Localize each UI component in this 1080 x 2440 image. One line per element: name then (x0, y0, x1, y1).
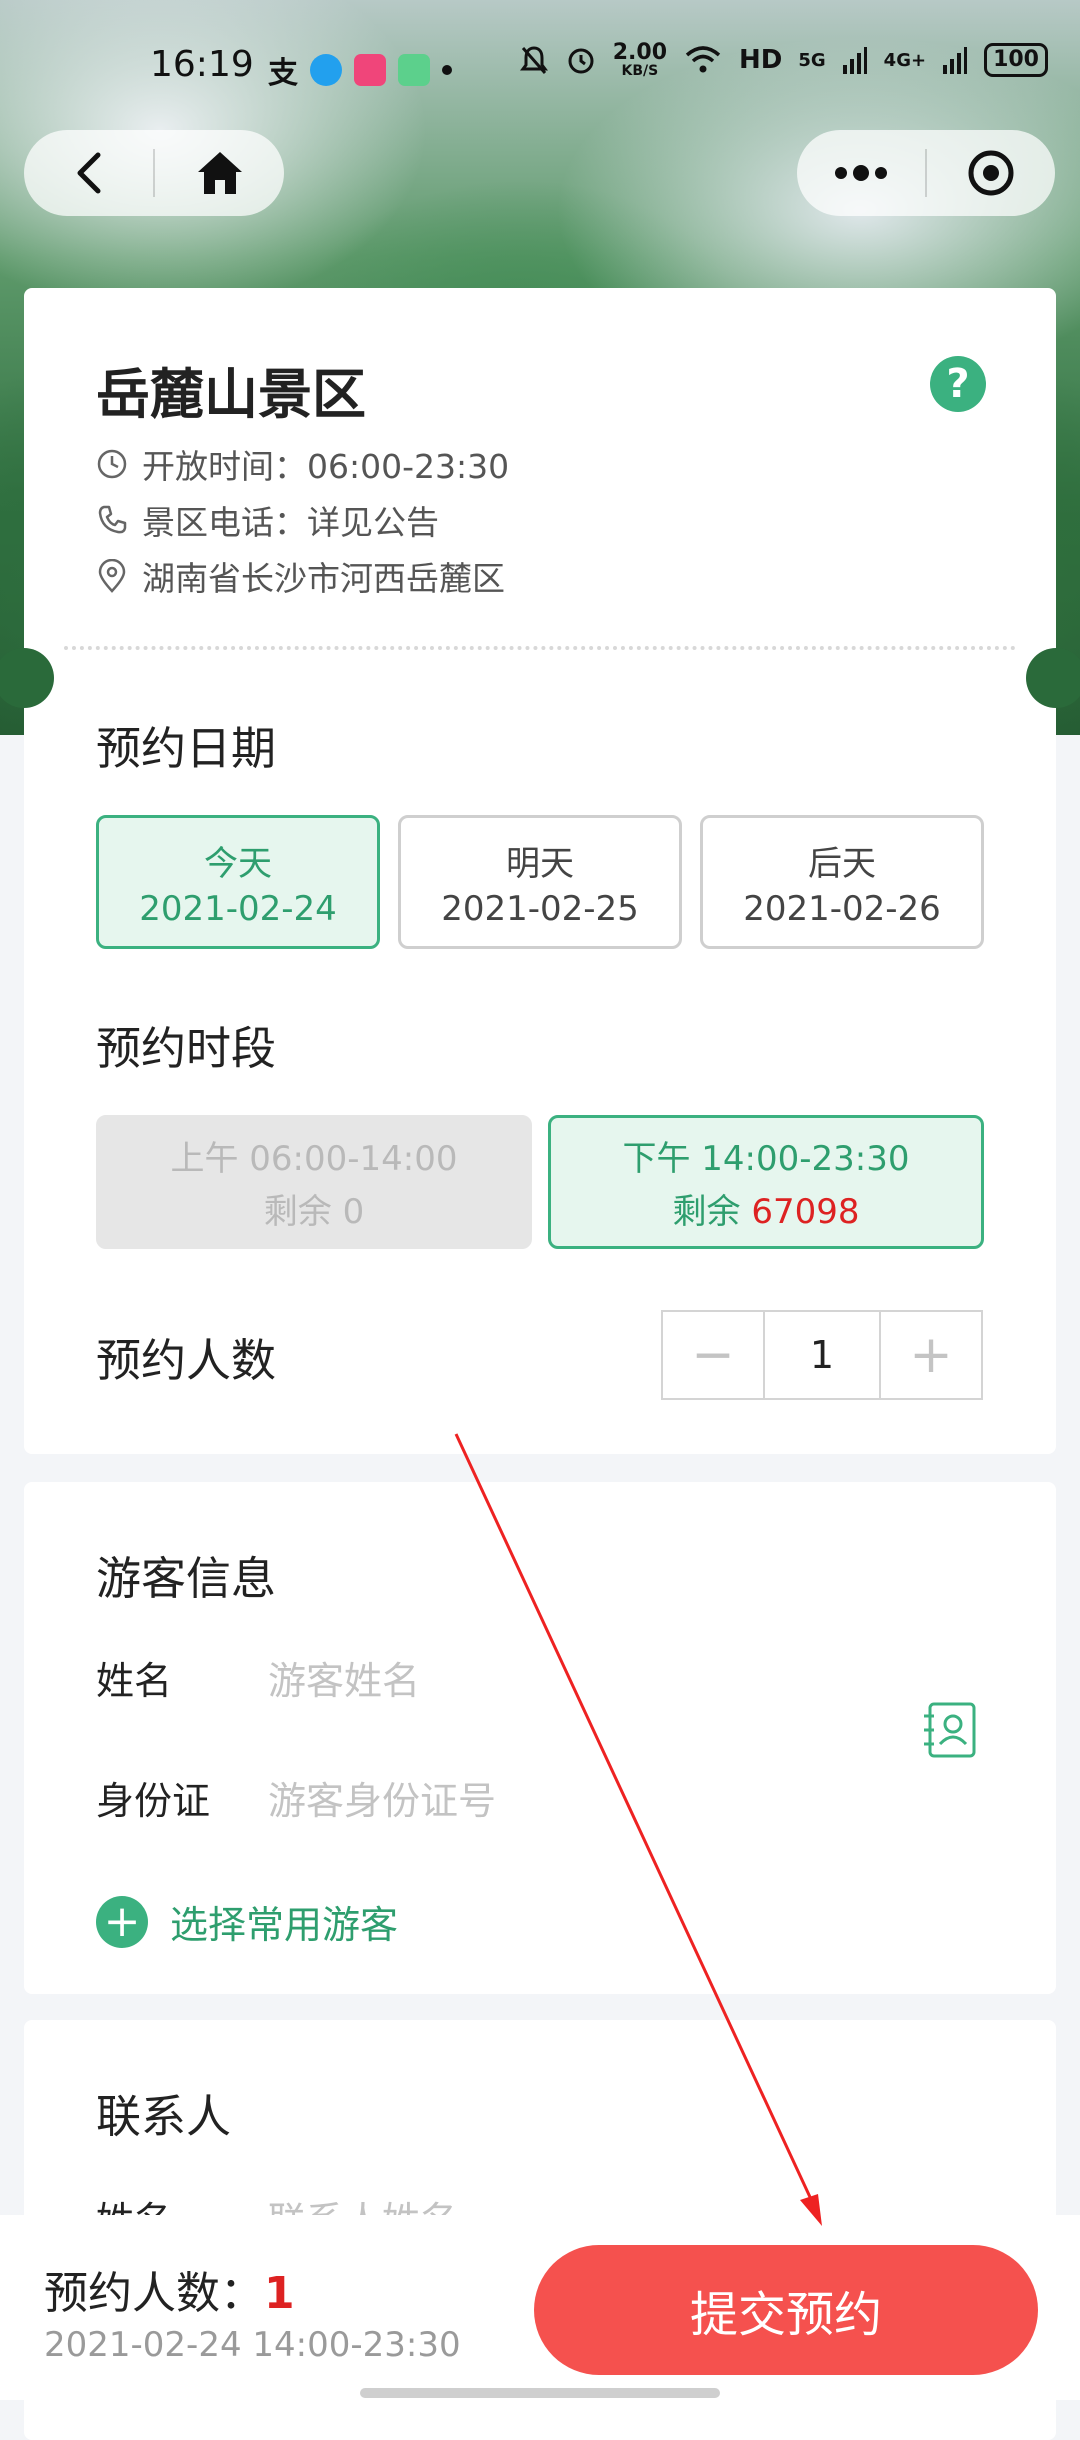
address-row: 湖南省长沙市河西岳麓区 (96, 552, 505, 600)
remain-count: 67098 (751, 1192, 860, 1232)
signal-icon-2 (943, 47, 968, 74)
time-slot-remain: 剩余 0 (263, 1192, 365, 1232)
mute-icon (519, 46, 548, 74)
time-slot-remain: 剩余 67098 (672, 1192, 860, 1232)
chat-app-icon (398, 54, 430, 86)
more-dot-icon (442, 65, 452, 75)
question-mark-icon: ? (946, 361, 970, 407)
select-frequent-visitor[interactable]: + 选择常用游客 (96, 1894, 398, 1949)
quantity-stepper: − 1 + (661, 1310, 983, 1400)
count-section-title: 预约人数 (96, 1334, 277, 1387)
booking-card: 岳麓山景区 ? 开放时间：06:00-23:30 景区电话：详见公告 湖南省长沙… (0, 288, 1080, 1454)
location-pin-icon (98, 559, 126, 593)
ticket-divider (64, 646, 1016, 650)
signal-4g: 4G+ (883, 49, 927, 71)
qq-icon (310, 54, 342, 86)
scenic-title: 岳麓山景区 (96, 363, 366, 426)
bottom-count-label: 预约人数： (44, 2268, 264, 2319)
clock-icon (97, 449, 127, 479)
open-time-text: 开放时间：06:00-23:30 (142, 447, 510, 486)
signal-icon (842, 47, 867, 74)
back-button[interactable] (24, 130, 153, 216)
battery-indicator: 100 (984, 43, 1048, 77)
plus-circle-icon: + (96, 1895, 148, 1948)
status-time: 16:19 (150, 44, 254, 85)
ticket-notch-right (1026, 648, 1080, 708)
date-option-today[interactable]: 今天 2021-02-24 (96, 815, 380, 949)
target-close-icon (968, 150, 1014, 196)
bottom-count: 预约人数：1 (44, 2257, 295, 2321)
nav-capsule (24, 130, 284, 216)
submit-button[interactable]: 提交预约 (534, 2245, 1038, 2375)
notification-icons: 支 (268, 48, 452, 92)
signal-5g: 5G (798, 49, 826, 71)
home-button[interactable] (155, 130, 284, 216)
date-option-date: 2021-02-24 (139, 888, 337, 929)
help-button[interactable]: ? (930, 356, 986, 412)
date-option-date: 2021-02-25 (441, 888, 639, 929)
decrement-button[interactable]: − (663, 1312, 763, 1398)
date-option-label: 后天 (808, 843, 876, 884)
address-text: 湖南省长沙市河西岳麓区 (142, 559, 505, 598)
chevron-left-icon (77, 152, 100, 194)
visitor-section-title: 游客信息 (96, 1552, 277, 1605)
home-indicator (360, 2388, 720, 2398)
date-option-date: 2021-02-26 (743, 888, 941, 929)
more-button[interactable] (797, 130, 925, 216)
date-option-label: 今天 (204, 843, 272, 884)
date-option-label: 明天 (506, 843, 574, 884)
visitor-id-label: 身份证 (96, 1779, 211, 1823)
menu-capsule (797, 130, 1055, 216)
visitor-card: 游客信息 姓名 游客姓名 身份证 游客身份证号 + 选择常用游客 (24, 1482, 1056, 1994)
close-miniprogram-button[interactable] (927, 130, 1055, 216)
quantity-value[interactable]: 1 (763, 1312, 881, 1398)
ticket-notch-left (0, 648, 54, 708)
status-bar: 16:19 支 2.00 KB/S HD 5G 4G+ 100 (0, 0, 1080, 135)
remain-count: 0 (342, 1192, 365, 1232)
video-app-icon (354, 54, 386, 86)
phone-row: 景区电话：详见公告 (96, 496, 439, 544)
select-frequent-visitor-label: 选择常用游客 (170, 1903, 399, 1947)
open-time-row: 开放时间：06:00-23:30 (96, 440, 509, 488)
date-section-title: 预约日期 (96, 722, 277, 775)
system-icons: 2.00 KB/S HD 5G 4G+ 100 (519, 42, 1048, 78)
phone-icon (98, 505, 127, 534)
time-slot-morning[interactable]: 上午 06:00-14:00 剩余 0 (96, 1115, 532, 1249)
time-section-title: 预约时段 (96, 1022, 277, 1075)
time-slot-label: 上午 06:00-14:00 (170, 1139, 458, 1179)
more-dots-icon (835, 165, 887, 181)
booking-summary: 2021-02-24 14:00-23:30 (44, 2325, 461, 2365)
contact-book-icon[interactable] (920, 1700, 980, 1760)
alipay-icon: 支 (268, 56, 298, 91)
increment-button[interactable]: + (881, 1312, 981, 1398)
visitor-name-label: 姓名 (96, 1659, 173, 1703)
bottom-bar: 预约人数：1 2021-02-24 14:00-23:30 提交预约 (0, 2215, 1080, 2400)
date-option-tomorrow[interactable]: 明天 2021-02-25 (398, 815, 682, 949)
bottom-count-value: 1 (264, 2268, 295, 2319)
net-speed: 2.00 KB/S (612, 40, 668, 79)
home-icon (197, 152, 242, 194)
visitor-name-input[interactable]: 游客姓名 (268, 1650, 420, 1705)
time-slot-afternoon[interactable]: 下午 14:00-23:30 剩余 67098 (548, 1115, 984, 1249)
hd-label: HD (739, 45, 783, 75)
phone-text: 景区电话：详见公告 (142, 503, 439, 542)
alarm-icon (568, 48, 594, 74)
visitor-id-input[interactable]: 游客身份证号 (268, 1770, 496, 1825)
wifi-icon (685, 46, 721, 73)
date-option-day-after[interactable]: 后天 2021-02-26 (700, 815, 984, 949)
contact-section-title: 联系人 (96, 2090, 232, 2143)
time-slot-label: 下午 14:00-23:30 (622, 1139, 910, 1179)
